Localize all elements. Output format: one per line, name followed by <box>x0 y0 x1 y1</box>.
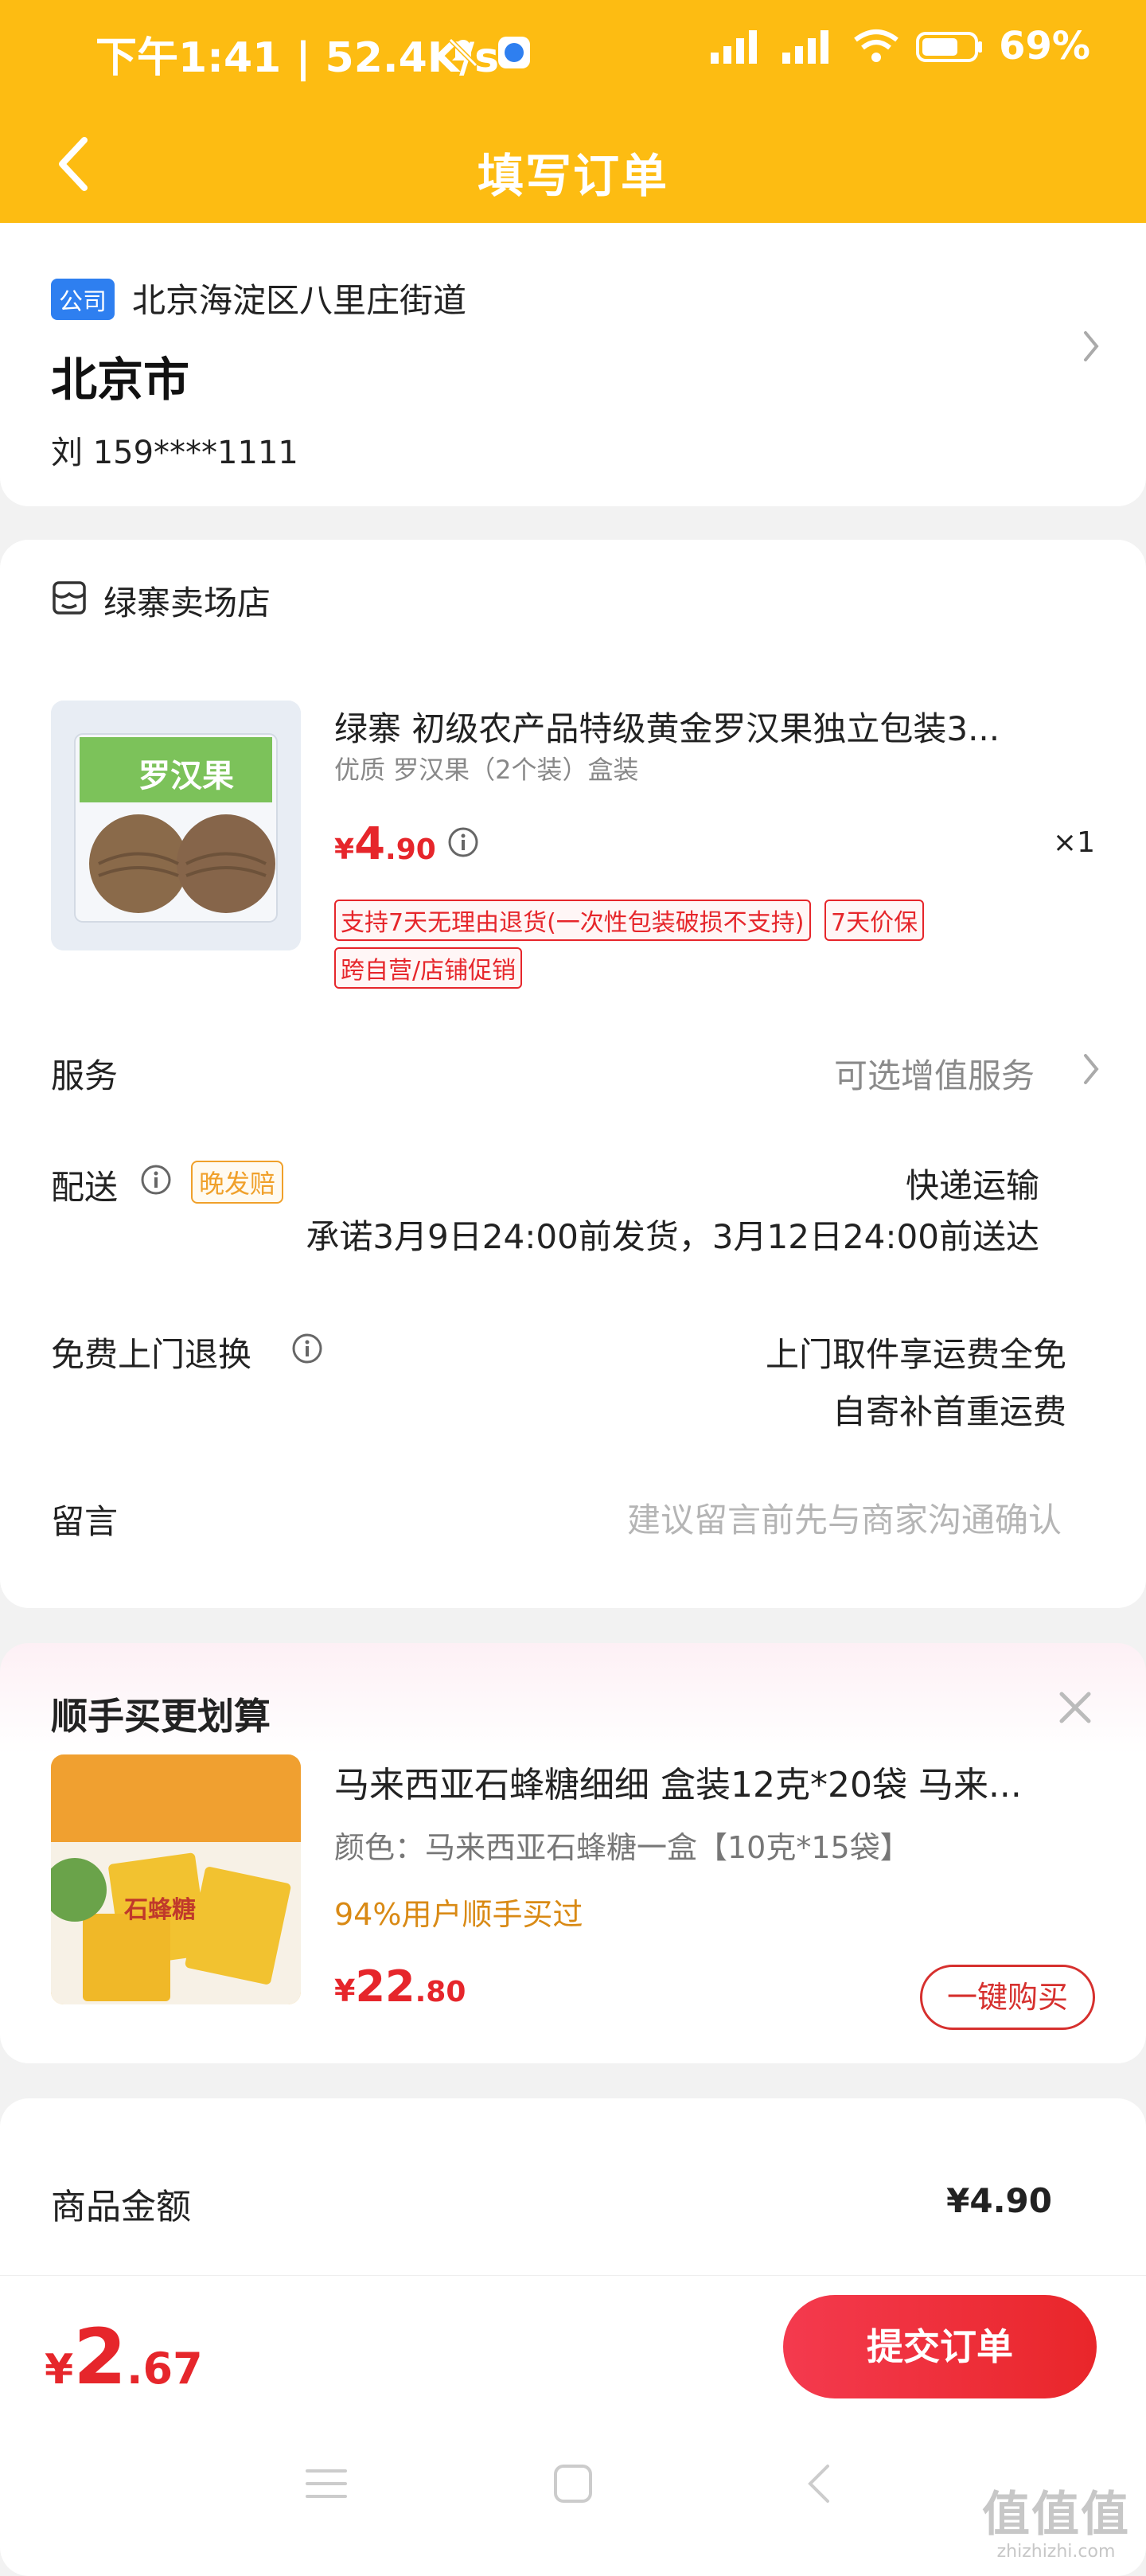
price-decimal: .90 <box>385 833 436 866</box>
wifi-icon <box>854 29 898 62</box>
product-image-label: 罗汉果 <box>138 758 234 794</box>
status-bar: 下午1:41 | 52.4K/s 69% <box>0 0 1146 108</box>
back-icon[interactable] <box>796 2460 844 2508</box>
price-protect-badge: 7天价保 <box>824 900 925 941</box>
price-symbol: ¥ <box>334 833 355 866</box>
info-icon[interactable] <box>140 1164 172 1196</box>
close-icon[interactable] <box>1055 1688 1095 1727</box>
address-card[interactable]: 公司 北京海淀区八里庄街道 北京市 刘 159****1111 <box>0 223 1146 506</box>
nav-bar: 填写订单 <box>0 108 1146 223</box>
total-price: ¥2.67 <box>45 2313 203 2402</box>
address-line: 北京海淀区八里庄街道 <box>132 281 467 320</box>
product-price: ¥4.90 <box>334 818 436 870</box>
upsell-price-decimal: .80 <box>415 1976 466 2008</box>
watermark: 值值值 zhizhizhi.com <box>982 2476 1130 2562</box>
address-city: 北京市 <box>51 353 190 407</box>
upsell-product-name[interactable]: 马来西亚石蜂糖细细 盒装12克*20袋 马来... <box>334 1756 1098 1807</box>
battery-percent: 69% <box>999 24 1090 68</box>
app-notification-icon <box>498 37 530 68</box>
watermark-main: 值值值 <box>982 2487 1130 2543</box>
info-icon[interactable] <box>291 1333 323 1364</box>
upsell-image-label: 石蜂糖 <box>124 1896 196 1924</box>
total-decimal: .67 <box>126 2344 203 2394</box>
goods-amount-label: 商品金额 <box>51 2187 191 2227</box>
signal-icon <box>782 30 829 64</box>
service-value[interactable]: 可选增值服务 <box>834 1049 1035 1098</box>
service-label: 服务 <box>51 1056 119 1095</box>
delivery-method[interactable]: 快递运输 <box>906 1159 1039 1208</box>
page-title: 填写订单 <box>477 149 668 203</box>
menu-icon[interactable] <box>302 2460 350 2508</box>
upsell-title: 顺手买更划算 <box>51 1695 271 1738</box>
watermark-sub: zhizhizhi.com <box>996 2542 1116 2562</box>
message-label: 留言 <box>51 1502 119 1541</box>
upsell-color[interactable]: 颜色：马来西亚石蜂糖一盒【10克*15袋】 <box>334 1823 910 1867</box>
shop-name: 绿寨卖场店 <box>103 584 271 623</box>
upsell-bought-rate: 94%用户顺手买过 <box>334 1897 583 1932</box>
product-spec: 优质 罗汉果（2个装）盒装 <box>334 755 639 785</box>
store-icon <box>53 581 86 615</box>
total-symbol: ¥ <box>45 2346 74 2394</box>
returns-line-2: 自寄补首重运费 <box>832 1392 1066 1431</box>
upsell-picture <box>51 1754 301 2004</box>
status-time: 下午1:41 | 52.4K/s <box>96 34 500 82</box>
battery-icon <box>916 32 983 62</box>
product-quantity: ×1 <box>1052 826 1095 859</box>
product-image[interactable]: 罗汉果 <box>51 701 301 950</box>
status-right: 69% <box>709 24 1090 68</box>
product-picture <box>51 701 301 950</box>
total-integer: 2 <box>73 2313 127 2402</box>
upsell-price-integer: 22 <box>355 1961 415 2012</box>
system-nav-bar <box>0 2420 1146 2547</box>
returns-label: 免费上门退换 <box>51 1335 252 1374</box>
price-integer: 4 <box>354 818 386 870</box>
signal-icon <box>711 30 758 64</box>
address-tag: 公司 <box>51 279 115 320</box>
info-icon[interactable] <box>447 826 479 858</box>
upsell-product-image[interactable]: 石蜂糖 <box>51 1754 301 2004</box>
late-compensation-badge: 晚发赔 <box>191 1161 284 1204</box>
shop-order-card: 绿寨卖场店 罗汉果 绿寨 初级农产品特级黄金罗汉果独立包装3... 优质 罗汉果… <box>0 540 1146 1608</box>
address-contact: 刘 159****1111 <box>51 435 298 471</box>
chevron-right-icon <box>1084 1054 1099 1084</box>
home-icon[interactable] <box>549 2460 597 2508</box>
submit-order-button[interactable]: 提交订单 <box>783 2295 1097 2398</box>
chevron-right-icon <box>1084 331 1099 361</box>
goods-amount-value: ¥4.90 <box>946 2181 1052 2220</box>
upsell-price-symbol: ¥ <box>334 1973 356 2008</box>
upsell-card: 顺手买更划算 石蜂糖 马来西亚石蜂糖细细 盒装12克*20袋 马来... 颜色：… <box>0 1643 1146 2063</box>
one-click-buy-button[interactable]: 一键购买 <box>920 1965 1095 2030</box>
message-input[interactable]: 建议留言前先与商家沟通确认 <box>627 1493 1062 1542</box>
returns-line-1: 上门取件享运费全免 <box>765 1335 1066 1374</box>
promotion-badge: 跨自营/店铺促销 <box>334 947 523 989</box>
delivery-promise: 承诺3月9日24:00前发货，3月12日24:00前送达 <box>306 1217 1039 1256</box>
return-policy-badge: 支持7天无理由退货(一次性包装破损不支持) <box>334 900 811 941</box>
mute-icon <box>448 37 478 68</box>
product-title[interactable]: 绿寨 初级农产品特级黄金罗汉果独立包装3... <box>334 702 1066 751</box>
upsell-price: ¥22.80 <box>334 1961 466 2012</box>
delivery-label: 配送 <box>51 1168 119 1207</box>
